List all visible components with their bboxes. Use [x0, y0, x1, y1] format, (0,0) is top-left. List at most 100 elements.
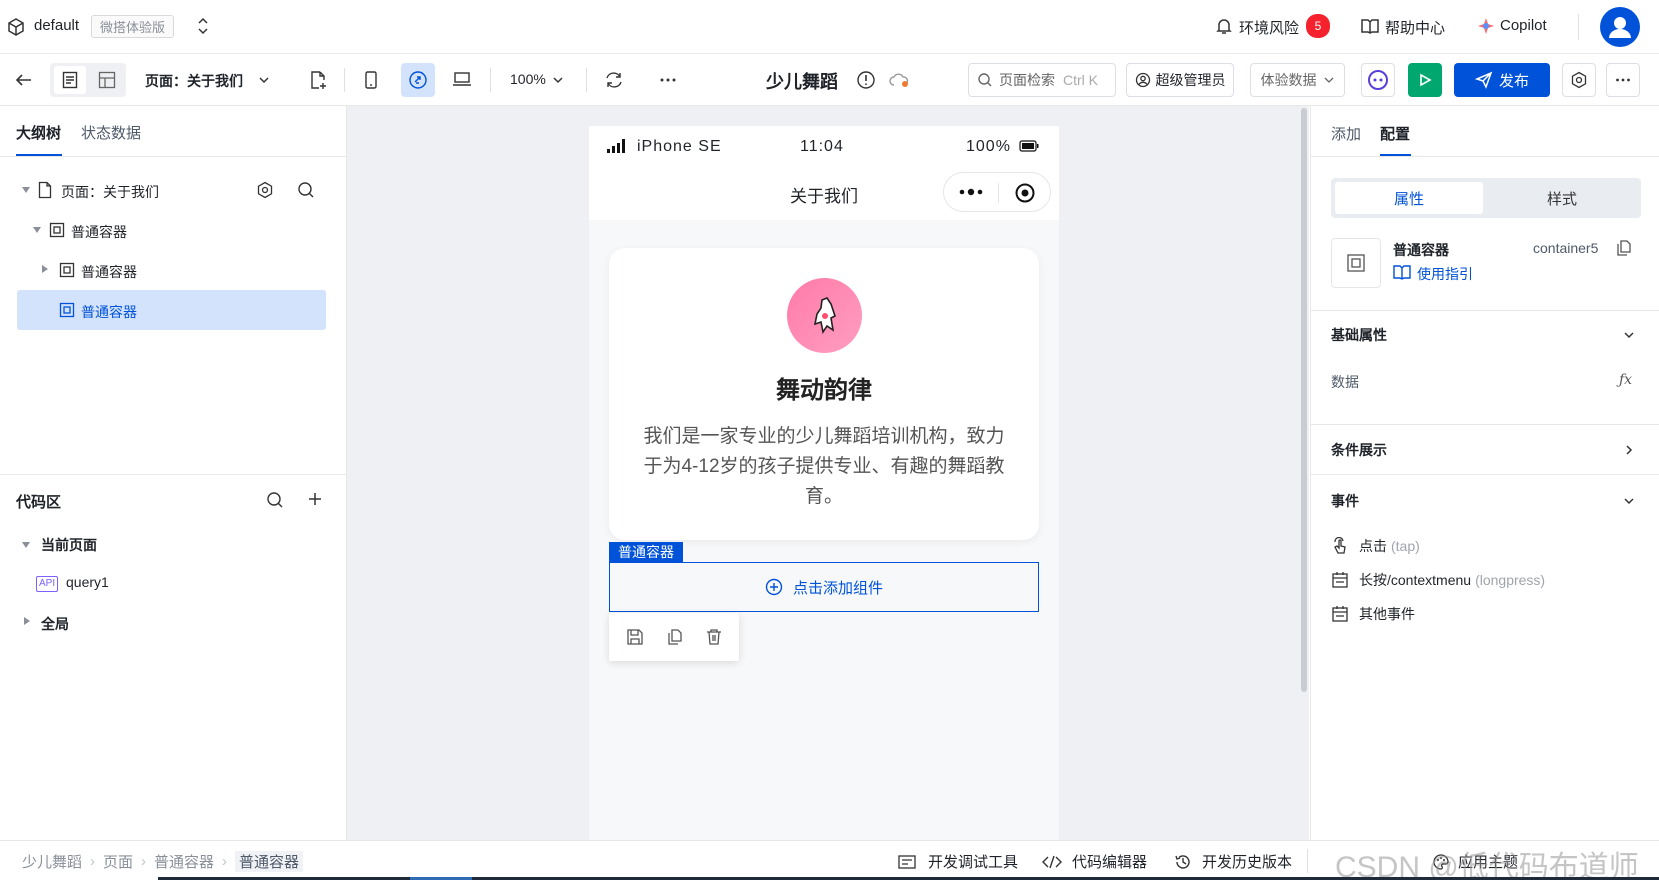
copilot-button[interactable]: Copilot	[1500, 17, 1547, 34]
page-search-input[interactable]: 页面检索 Ctrl K	[968, 63, 1116, 97]
switch-env-icon[interactable]	[196, 16, 210, 36]
tree-item-container[interactable]: 普通容器	[0, 250, 347, 290]
intro-card[interactable]: 舞动韵律 我们是一家专业的少儿舞蹈培训机构，致力于为4-12岁的孩子提供专业、有…	[609, 248, 1039, 540]
breadcrumb-item[interactable]: 普通容器	[154, 851, 214, 872]
breadcrumb-item[interactable]: 少儿舞蹈	[22, 851, 82, 872]
breadcrumb-separator: ›	[141, 853, 147, 870]
chevron-right-icon[interactable]	[1622, 443, 1636, 457]
bell-icon[interactable]	[1214, 16, 1234, 36]
link-view-icon[interactable]	[401, 63, 435, 97]
event-longpress[interactable]: 长按/contextmenu (longpress)	[1331, 570, 1545, 590]
query-item[interactable]: query1	[66, 574, 109, 590]
tab-state-data[interactable]: 状态数据	[81, 122, 141, 143]
event-other[interactable]: 其他事件	[1331, 604, 1415, 624]
more-menu-button[interactable]	[1606, 63, 1640, 97]
env-name[interactable]: default	[34, 17, 79, 34]
divider	[0, 474, 347, 475]
tab-config[interactable]: 配置	[1380, 123, 1410, 144]
chevron-down-icon[interactable]	[552, 74, 564, 86]
breadcrumb-item[interactable]: 页面	[103, 851, 133, 872]
search-icon[interactable]	[297, 181, 315, 199]
events-section[interactable]: 事件	[1331, 491, 1359, 511]
page-list-icon[interactable]	[54, 66, 86, 94]
gear-icon[interactable]	[256, 181, 274, 199]
copy-icon[interactable]	[666, 628, 684, 646]
usage-guide-link[interactable]: 使用指引	[1417, 264, 1473, 284]
code-editor-button[interactable]: 代码编辑器	[1042, 851, 1147, 872]
tree-item-container-selected[interactable]: 普通容器	[17, 290, 326, 330]
tree-item-container[interactable]: 普通容器	[0, 210, 347, 250]
battery-icon	[1019, 140, 1039, 152]
seg-style[interactable]: 样式	[1487, 182, 1637, 214]
settings-button[interactable]	[1562, 63, 1596, 97]
publish-button[interactable]: 发布	[1454, 63, 1550, 97]
close-target-icon[interactable]	[1014, 182, 1036, 204]
current-page-group[interactable]: 当前页面	[41, 535, 97, 555]
mobile-view-icon[interactable]	[364, 70, 378, 90]
api-badge: API	[36, 576, 59, 592]
event-tap-label: 点击	[1359, 538, 1387, 554]
run-button[interactable]	[1408, 63, 1442, 97]
search-icon[interactable]	[266, 491, 284, 509]
role-button[interactable]: 超级管理员	[1126, 63, 1234, 97]
fx-toggle[interactable]: ƒx	[1619, 372, 1632, 388]
canvas-scrollbar[interactable]	[1301, 108, 1307, 692]
copy-icon[interactable]	[1616, 239, 1632, 257]
container-icon	[59, 262, 75, 278]
battery-percent: 100%	[966, 138, 1011, 155]
more-icon	[1616, 78, 1630, 82]
caret-right-icon	[42, 265, 48, 273]
condition-section[interactable]: 条件展示	[1331, 440, 1387, 460]
zoom-select[interactable]: 100%	[510, 71, 546, 87]
publish-label: 发布	[1498, 72, 1529, 90]
plus-icon[interactable]	[307, 491, 323, 507]
play-icon	[1420, 73, 1432, 87]
toolbar-divider	[490, 68, 491, 92]
component-icon-box	[1331, 238, 1381, 288]
dev-tools-button[interactable]: 开发调试工具	[898, 851, 1018, 872]
history-label: 开发历史版本	[1202, 854, 1293, 871]
book-icon	[1360, 17, 1380, 35]
ai-assistant-button[interactable]	[1361, 63, 1395, 97]
ai-icon	[1368, 70, 1388, 90]
refresh-icon[interactable]	[604, 70, 624, 90]
global-group[interactable]: 全局	[41, 614, 69, 634]
dancer-logo	[787, 278, 862, 353]
history-button[interactable]: 开发历史版本	[1174, 851, 1292, 872]
chevron-down-icon[interactable]	[258, 74, 270, 86]
more-icon[interactable]	[658, 70, 678, 90]
help-center-link[interactable]: 帮助中心	[1385, 17, 1445, 38]
phone-preview: iPhone SE 11:04 100% 关于我们 舞动韵律 我们是一家专业的少…	[589, 126, 1059, 840]
save-icon[interactable]	[626, 628, 644, 646]
basic-props-section[interactable]: 基础属性	[1331, 325, 1387, 345]
delete-icon[interactable]	[705, 628, 723, 646]
chevron-down-icon[interactable]	[1622, 328, 1636, 342]
back-arrow-icon[interactable]	[14, 70, 34, 90]
guide-book-icon	[1393, 264, 1411, 280]
add-component-dropzone[interactable]: 点击添加组件	[609, 562, 1039, 612]
page-select[interactable]: 页面：关于我们	[145, 71, 243, 91]
divider	[1311, 424, 1659, 425]
desktop-view-icon[interactable]	[452, 71, 472, 87]
send-icon	[1474, 71, 1493, 89]
phone-nav-bar: 关于我们	[589, 166, 1059, 220]
card-description: 我们是一家专业的少儿舞蹈培训机构，致力于为4-12岁的孩子提供专业、有趣的舞蹈教…	[643, 426, 1005, 507]
info-icon[interactable]	[856, 70, 876, 90]
chevron-down-icon[interactable]	[1622, 494, 1636, 508]
layout-icon[interactable]	[92, 66, 122, 94]
tab-outline-tree[interactable]: 大纲树	[16, 122, 61, 143]
search-placeholder: 页面检索	[999, 72, 1055, 88]
breadcrumb-item-current[interactable]: 普通容器	[235, 851, 304, 872]
avatar[interactable]	[1600, 7, 1640, 47]
event-tap-code: (tap)	[1391, 538, 1420, 554]
event-tap[interactable]: 点击 (tap)	[1331, 536, 1420, 556]
tree-item-page[interactable]: 页面：关于我们	[0, 170, 347, 210]
data-select[interactable]: 体验数据	[1250, 63, 1345, 97]
add-page-icon[interactable]	[309, 70, 327, 90]
seg-properties[interactable]: 属性	[1335, 182, 1483, 214]
mini-program-capsule[interactable]	[943, 172, 1051, 212]
more-dots-icon[interactable]	[958, 183, 984, 201]
caret-down-icon	[22, 542, 30, 548]
env-risk-label[interactable]: 环境风险	[1239, 17, 1299, 38]
tab-add[interactable]: 添加	[1331, 123, 1361, 144]
